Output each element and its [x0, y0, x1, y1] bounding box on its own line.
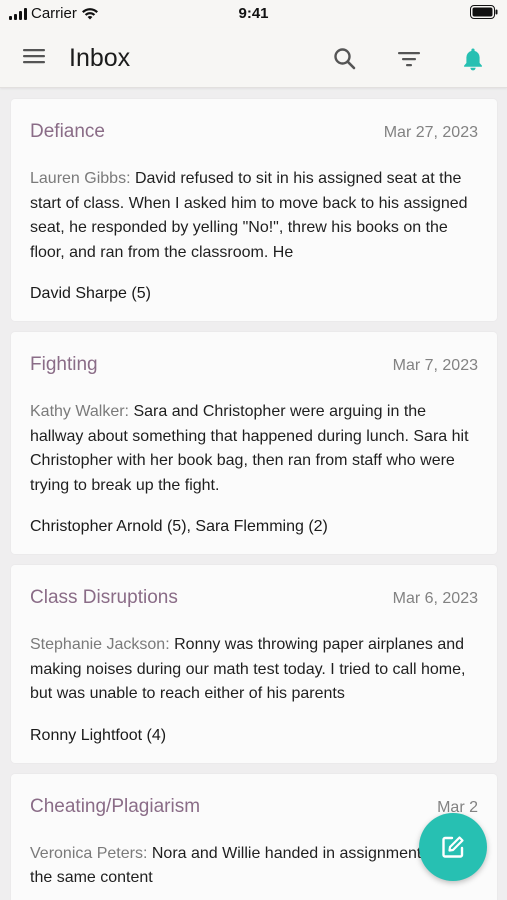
card-header: Class Disruptions Mar 6, 2023 — [30, 587, 478, 611]
involved-students: Christopher Arnold (5), Sara Flemming (2… — [30, 518, 328, 535]
compose-button[interactable] — [419, 813, 487, 881]
incident-list: Defiance Mar 27, 2023 Lauren Gibbs: Davi… — [0, 88, 507, 900]
involved-students: Ronny Lightfoot (4) — [30, 726, 167, 744]
compose-icon — [442, 836, 464, 858]
incident-summary: Stephanie Jackson: Ronny was throwing pa… — [30, 633, 478, 707]
incident-date: Mar 27, 2023 — [383, 124, 478, 141]
hamburger-menu-icon — [23, 49, 45, 64]
card-header: Fighting Mar 7, 2023 — [30, 354, 478, 378]
filter-button[interactable] — [396, 46, 422, 72]
card-header: Defiance Mar 27, 2023 — [30, 121, 478, 145]
incident-title: Defiance — [30, 121, 105, 142]
incident-card[interactable]: Fighting Mar 7, 2023 Kathy Walker: Sara … — [11, 332, 497, 554]
bell-icon — [464, 48, 482, 71]
incident-title: Fighting — [30, 354, 98, 375]
filter-icon — [398, 52, 420, 67]
incident-date: Mar 6, 2023 — [392, 590, 478, 607]
search-icon — [334, 48, 356, 70]
status-bar: Carrier 9:41 — [0, 0, 507, 28]
incident-title: Class Disruptions — [30, 587, 178, 608]
page-title: Inbox — [69, 44, 131, 72]
reporter-name: Lauren Gibbs: — [30, 170, 131, 187]
reporter-name: Kathy Walker: — [30, 403, 129, 420]
reporter-name: Veronica Peters: — [30, 844, 148, 862]
battery-icon — [470, 5, 498, 19]
card-header: Cheating/Plagiarism Mar 2 — [30, 796, 478, 820]
status-right — [470, 5, 499, 23]
incident-date: Mar 7, 2023 — [392, 357, 478, 374]
incident-summary: Kathy Walker: Sara and Christopher were … — [30, 400, 478, 498]
incident-card[interactable]: Class Disruptions Mar 6, 2023 Stephanie … — [11, 565, 497, 763]
menu-button[interactable] — [22, 46, 48, 70]
inbox-screen: Carrier 9:41 Inbox Defiance Mar 27, 2023… — [0, 0, 507, 900]
status-time: 9:41 — [238, 5, 269, 22]
involved-students: David Sharpe (5) — [30, 285, 151, 302]
incident-summary: Veronica Peters: Nora and Willie handed … — [30, 842, 478, 891]
app-bar: Inbox — [0, 28, 507, 88]
incident-card[interactable]: Defiance Mar 27, 2023 Lauren Gibbs: Davi… — [11, 99, 497, 321]
incident-title: Cheating/Plagiarism — [30, 795, 201, 817]
reporter-name: Stephanie Jackson: — [30, 636, 170, 653]
search-button[interactable] — [332, 46, 358, 72]
incident-summary: Lauren Gibbs: David refused to sit in hi… — [30, 167, 478, 265]
notifications-button[interactable] — [460, 46, 486, 72]
